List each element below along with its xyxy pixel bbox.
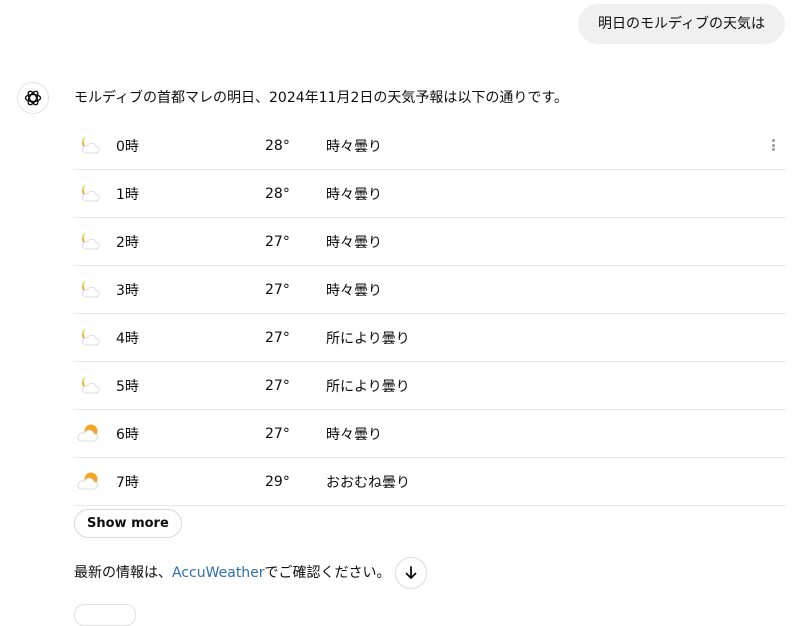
forecast-condition: 時々曇り [326,234,382,251]
sun-cloud-icon [76,421,102,445]
accuweather-link[interactable]: AccuWeather [172,561,265,585]
show-more-button[interactable]: Show more [74,509,182,538]
forecast-time: 1時 [116,186,139,203]
forecast-time: 2時 [116,234,139,251]
footer-prefix: 最新の情報は、 [74,565,172,581]
arrow-down-icon [405,566,417,579]
partial-action-button[interactable] [74,604,136,626]
forecast-row: 5時 27° 所により曇り [74,362,786,410]
forecast-condition: 所により曇り [326,330,410,347]
forecast-temp: 27° [265,281,290,298]
sun-cloud-icon [76,469,102,493]
forecast-time: 4時 [116,330,139,347]
forecast-condition: 時々曇り [326,186,382,203]
forecast-condition: 時々曇り [326,282,382,299]
moon-cloud-icon [76,181,102,205]
moon-cloud-icon [76,325,102,349]
openai-logo-icon [24,90,42,106]
forecast-temp: 27° [265,377,290,394]
footer-suffix: でご確認ください。 [264,565,391,581]
forecast-row: 7時 29° おおむね曇り [74,458,786,506]
forecast-temp: 27° [265,425,290,442]
forecast-temp: 27° [265,329,290,346]
forecast-condition: おおむね曇り [326,474,410,491]
forecast-condition: 時々曇り [326,138,382,155]
moon-cloud-icon [76,133,102,157]
moon-cloud-icon [76,229,102,253]
forecast-temp: 27° [265,233,290,250]
forecast-row: 3時 27° 時々曇り [74,266,786,314]
forecast-time: 0時 [116,138,139,155]
footer-text: 最新の情報は、 AccuWeather でご確認ください。 [74,561,391,585]
forecast-time: 7時 [116,474,139,491]
forecast-time: 5時 [116,378,139,395]
more-options-icon[interactable] [768,136,778,154]
forecast-table: 0時 28° 時々曇り 1時 28° 時々曇り 2時 27° 時々曇り 3時 27° 時々曇り 4時 27… [74,122,786,506]
forecast-time: 3時 [116,282,139,299]
forecast-temp: 28° [265,137,290,154]
forecast-time: 6時 [116,426,139,443]
assistant-avatar [17,82,49,114]
forecast-temp: 28° [265,185,290,202]
forecast-condition: 所により曇り [326,378,410,395]
forecast-condition: 時々曇り [326,426,382,443]
user-message-text: 明日のモルディブの天気は [597,16,765,32]
forecast-row: 4時 27° 所により曇り [74,314,786,362]
forecast-temp: 29° [265,473,290,490]
scroll-down-button[interactable] [395,557,427,589]
assistant-intro-text: モルディブの首都マレの明日、2024年11月2日の天気予報は以下の通りです。 [74,90,568,106]
moon-cloud-icon [76,277,102,301]
moon-cloud-icon [76,373,102,397]
forecast-row: 1時 28° 時々曇り [74,170,786,218]
forecast-row: 6時 27° 時々曇り [74,410,786,458]
forecast-row: 0時 28° 時々曇り [74,122,786,170]
user-message-bubble: 明日のモルディブの天気は [577,4,785,44]
forecast-row: 2時 27° 時々曇り [74,218,786,266]
